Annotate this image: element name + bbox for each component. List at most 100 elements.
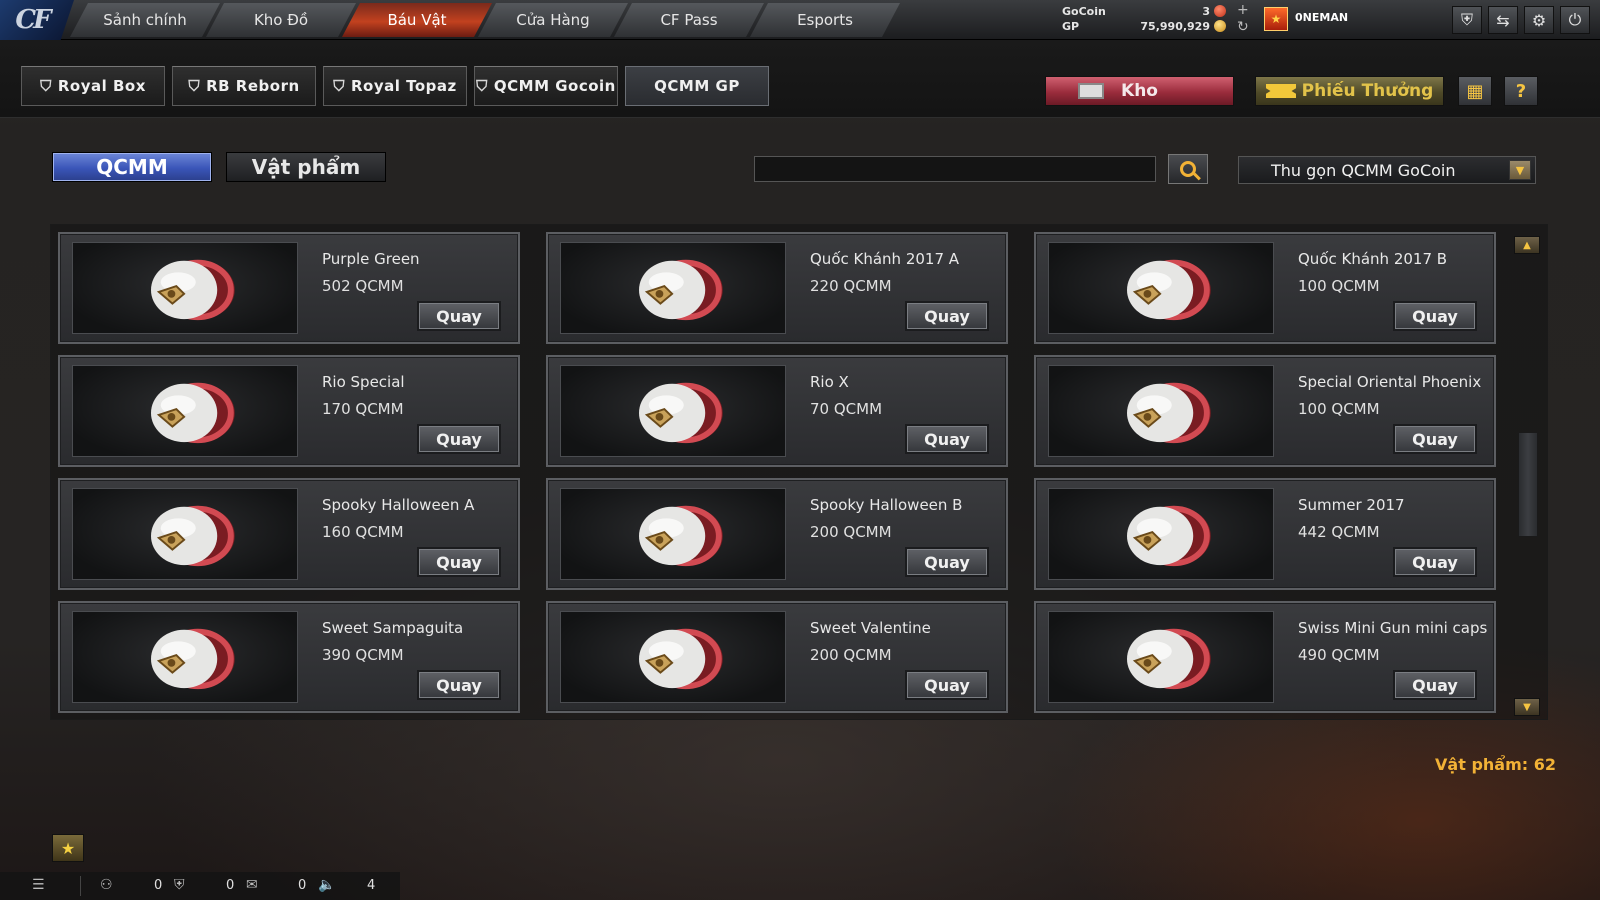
phieu-thuong-button[interactable]: Phiếu Thưởng	[1255, 76, 1444, 106]
scroll-down-icon[interactable]: ▼	[1514, 698, 1540, 716]
search-input[interactable]	[754, 156, 1156, 182]
item-card: Spooky Halloween B 200 QCMM Quay	[546, 478, 1008, 590]
quay-button[interactable]: Quay	[905, 547, 989, 577]
power-icon[interactable]: ⏻	[1560, 6, 1590, 34]
sub-tab-qcmm-gp[interactable]: QCMM GP	[625, 66, 769, 106]
help-button[interactable]: ?	[1504, 76, 1538, 106]
friends-icon[interactable]: ⚇	[100, 877, 113, 893]
item-name: Sweet Valentine	[810, 619, 931, 637]
quay-button[interactable]: Quay	[417, 670, 501, 700]
quay-button[interactable]: Quay	[905, 301, 989, 331]
star-icon[interactable]: ★	[52, 834, 84, 862]
item-thumbnail	[1048, 488, 1274, 580]
item-thumbnail	[560, 488, 786, 580]
item-card: Swiss Mini Gun mini caps 490 QCMM Quay	[1034, 601, 1496, 713]
item-name: Rio X	[810, 373, 849, 391]
quay-button[interactable]: Quay	[417, 424, 501, 454]
item-name: Quốc Khánh 2017 A	[810, 250, 960, 268]
quay-button[interactable]: Quay	[905, 424, 989, 454]
item-price: 100 QCMM	[1298, 277, 1380, 295]
nav-tab-esports[interactable]: Esports	[750, 3, 900, 37]
clan-shield-icon[interactable]: ⛨	[174, 877, 185, 893]
nav-tab-cf-pass[interactable]: CF Pass	[614, 3, 764, 37]
sub-tab-royal-topaz[interactable]: ⛉ Royal Topaz	[323, 66, 467, 106]
sub-tab-royal-box[interactable]: ⛉ Royal Box	[21, 66, 165, 106]
item-count: Vật phẩm: 62	[1435, 755, 1556, 774]
quay-button[interactable]: Quay	[1393, 424, 1477, 454]
search-button[interactable]	[1168, 154, 1208, 184]
capsule-icon	[139, 497, 237, 571]
item-price: 502 QCMM	[322, 277, 404, 295]
item-thumbnail	[560, 365, 786, 457]
item-name: Purple Green	[322, 250, 420, 268]
item-name: Spooky Halloween B	[810, 496, 963, 514]
item-card: Special Oriental Phoenix 100 QCMM Quay	[1034, 355, 1496, 467]
divider	[80, 876, 81, 896]
item-price: 200 QCMM	[810, 523, 892, 541]
scrollbar[interactable]: ▲ ▼	[1512, 232, 1542, 716]
gear-icon[interactable]: ⚙	[1524, 6, 1554, 34]
scroll-thumb[interactable]	[1518, 432, 1538, 537]
scroll-up-icon[interactable]: ▲	[1514, 236, 1540, 254]
status-bar: ☰ ⚇ 0 ⛨ 0 ✉ 0 🔈 4	[0, 872, 400, 900]
sub-tab-label: QCMM Gocoin	[493, 77, 616, 95]
grid-view-icon[interactable]: ▦	[1458, 76, 1492, 106]
item-thumbnail	[560, 611, 786, 703]
refresh-icon[interactable]: ↻	[1237, 20, 1249, 34]
capsule-icon	[1115, 374, 1213, 448]
storage-box-icon	[1078, 83, 1104, 99]
capsule-icon	[1115, 620, 1213, 694]
item-card: Summer 2017 442 QCMM Quay	[1034, 478, 1496, 590]
quay-button[interactable]: Quay	[1393, 670, 1477, 700]
shield-icon[interactable]: ⛨	[1452, 6, 1482, 34]
sub-tab-qcmm-gocoin[interactable]: ⛉ QCMM Gocoin	[474, 66, 618, 106]
crossfire-logo[interactable]: CF	[0, 0, 74, 40]
item-card: Purple Green 502 QCMM Quay	[58, 232, 520, 344]
gocoin-label: GoCoin	[1062, 5, 1106, 18]
quay-button[interactable]: Quay	[1393, 547, 1477, 577]
kho-label: Kho	[1121, 81, 1158, 101]
collapse-dropdown[interactable]: Thu gọn QCMM GoCoin ▼	[1238, 156, 1536, 184]
speaker-icon[interactable]: 🔈	[318, 877, 335, 893]
item-card: Rio X 70 QCMM Quay	[546, 355, 1008, 467]
sub-tab-rb-reborn[interactable]: ⛉ RB Reborn	[172, 66, 316, 106]
menu-list-icon[interactable]: ☰	[32, 877, 45, 893]
item-price: 160 QCMM	[322, 523, 404, 541]
item-card: Rio Special 170 QCMM Quay	[58, 355, 520, 467]
nav-tab-sanh-chinh[interactable]: Sảnh chính	[70, 3, 220, 37]
item-name: Rio Special	[322, 373, 405, 391]
add-gocoin-icon[interactable]: +	[1237, 3, 1249, 17]
sub-navigation-bar: ⛉ Royal Box ⛉ RB Reborn ⛉ Royal Topaz ⛉ QCMM…	[0, 40, 1600, 118]
item-name: Sweet Sampaguita	[322, 619, 464, 637]
filter-vat-pham-button[interactable]: Vật phẩm	[226, 152, 386, 182]
capsule-icon	[139, 251, 237, 325]
item-price: 170 QCMM	[322, 400, 404, 418]
item-price: 200 QCMM	[810, 646, 892, 664]
gocoin-icon	[1214, 5, 1226, 17]
phieu-thuong-label: Phiếu Thưởng	[1301, 81, 1434, 101]
item-price: 100 QCMM	[1298, 400, 1380, 418]
quay-button[interactable]: Quay	[417, 301, 501, 331]
quay-button[interactable]: Quay	[1393, 301, 1477, 331]
cf-tab-icon: ⛉	[40, 77, 52, 95]
item-thumbnail	[72, 611, 298, 703]
nav-tab-bau-vat[interactable]: Báu Vật	[342, 3, 492, 37]
chat-icon[interactable]: ✉	[246, 877, 258, 893]
item-thumbnail	[1048, 365, 1274, 457]
gocoin-value: 3	[1202, 5, 1210, 18]
quay-button[interactable]: Quay	[417, 547, 501, 577]
quay-button[interactable]: Quay	[905, 670, 989, 700]
sub-tab-label: RB Reborn	[206, 77, 300, 95]
currency-labels: GoCoin GP	[1062, 4, 1106, 34]
exit-icon[interactable]: ⇆	[1488, 6, 1518, 34]
item-card: Spooky Halloween A 160 QCMM Quay	[58, 478, 520, 590]
filter-qcmm-button[interactable]: QCMM	[52, 152, 212, 182]
chevron-down-icon[interactable]: ▼	[1509, 160, 1531, 180]
item-name: Quốc Khánh 2017 B	[1298, 250, 1448, 268]
username: 0NEMAN	[1295, 11, 1349, 24]
item-name: Summer 2017	[1298, 496, 1405, 514]
nav-tab-cua-hang[interactable]: Cửa Hàng	[478, 3, 628, 37]
kho-button[interactable]: Kho	[1045, 76, 1234, 106]
nav-tab-kho-do[interactable]: Kho Đồ	[206, 3, 356, 37]
capsule-icon	[139, 620, 237, 694]
